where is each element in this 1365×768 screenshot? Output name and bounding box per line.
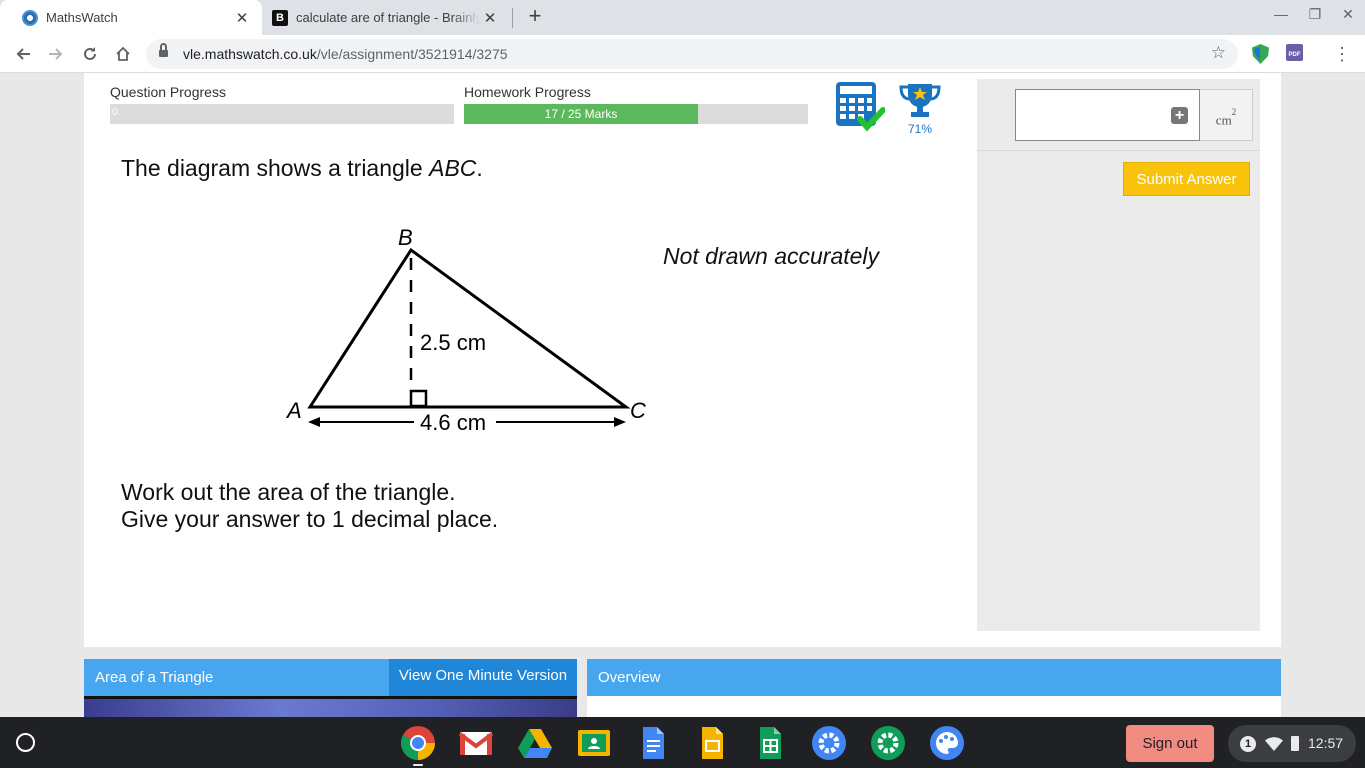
tab-divider xyxy=(512,8,513,28)
home-icon xyxy=(116,46,130,61)
active-app-indicator xyxy=(413,764,423,766)
url-text: vle.mathswatch.co.uk/vle/assignment/3521… xyxy=(183,46,508,62)
battery-icon xyxy=(1291,736,1299,751)
question-intro-end: . xyxy=(476,155,483,181)
status-tray[interactable]: 1 12:57 xyxy=(1228,725,1356,762)
new-tab-button[interactable]: + xyxy=(523,4,547,28)
triangle-diagram: B A C 2.5 cm 4.6 cm xyxy=(285,225,646,435)
page-content: Question Progress 0 Homework Progress 17… xyxy=(0,73,1365,717)
notification-count: 1 xyxy=(1240,736,1256,752)
settings-alt-icon[interactable] xyxy=(870,725,906,761)
homework-progress-label: Homework Progress xyxy=(464,84,591,100)
triangle-shape xyxy=(307,247,631,409)
trophy-icon xyxy=(899,84,941,117)
answer-unit: cm2 xyxy=(1200,89,1253,141)
height-label: 2.5 cm xyxy=(420,330,486,355)
sheets-icon[interactable] xyxy=(752,725,788,761)
overview-panel-header: Overview xyxy=(587,659,1281,696)
video-panel-header: Area of a Triangle View One Minute Versi… xyxy=(84,659,577,696)
slides-icon[interactable] xyxy=(694,725,730,761)
tab-brainly[interactable]: B calculate are of triangle - Brainly.co… xyxy=(262,0,510,35)
back-button[interactable] xyxy=(11,42,35,66)
reload-button[interactable] xyxy=(78,42,102,66)
chrome-icon[interactable] xyxy=(400,725,436,761)
question-progress-value: 0 xyxy=(112,107,118,118)
sign-out-button[interactable]: Sign out xyxy=(1126,725,1214,762)
base-label: 4.6 cm xyxy=(420,410,486,435)
url-host: vle.mathswatch.co.uk xyxy=(183,46,317,62)
tab-close-icon[interactable]: ✕ xyxy=(480,9,500,27)
vertex-a-label: A xyxy=(285,398,302,423)
home-button[interactable] xyxy=(111,42,135,66)
tab-mathswatch[interactable]: MathsWatch ✕ xyxy=(0,0,262,35)
settings-icon[interactable] xyxy=(811,725,847,761)
window-close-button[interactable]: ✕ xyxy=(1338,6,1358,23)
instruction-line-1: Work out the area of the triangle. xyxy=(121,479,456,505)
base-arrowhead-right xyxy=(614,417,626,427)
wifi-icon xyxy=(1265,737,1283,751)
overview-body xyxy=(587,696,1281,717)
question-progress-label: Question Progress xyxy=(110,84,226,100)
address-bar[interactable]: vle.mathswatch.co.uk/vle/assignment/3521… xyxy=(146,39,1238,69)
lock-icon xyxy=(159,43,168,59)
homework-progress-text: 17 / 25 Marks xyxy=(544,107,618,121)
question-progress-bar: 0 xyxy=(110,104,454,124)
restore-button[interactable]: ❐ xyxy=(1305,6,1325,23)
overview-title: Overview xyxy=(598,669,661,686)
tab-title: calculate are of triangle - Brainly.com xyxy=(296,10,480,25)
tab-close-icon[interactable]: ✕ xyxy=(232,9,252,27)
answer-panel: + cm2 Submit Answer xyxy=(977,79,1260,631)
docs-icon[interactable] xyxy=(635,725,671,761)
back-arrow-icon xyxy=(16,48,30,60)
brainly-icon: B xyxy=(272,9,288,26)
not-drawn-accurately-note: Not drawn accurately xyxy=(663,243,880,269)
question-card: Question Progress 0 Homework Progress 17… xyxy=(84,73,1281,647)
unit-text: cm xyxy=(1215,112,1232,128)
vertex-b-label: B xyxy=(398,225,413,250)
gmail-icon[interactable] xyxy=(458,725,494,761)
calculator-icon[interactable] xyxy=(835,81,885,133)
bookmark-star-icon[interactable]: ☆ xyxy=(1211,43,1226,63)
trophy-percent: 71% xyxy=(907,122,933,136)
unit-power: 2 xyxy=(1231,107,1237,117)
shield-extension-icon[interactable] xyxy=(1252,44,1269,64)
math-input-plus-icon[interactable]: + xyxy=(1171,107,1188,124)
minimize-button[interactable]: — xyxy=(1271,6,1291,22)
video-title: Area of a Triangle xyxy=(95,669,214,686)
url-path: /vle/assignment/3521914/3275 xyxy=(316,46,508,62)
os-shelf: Sign out 1 12:57 xyxy=(0,717,1365,768)
tab-title: MathsWatch xyxy=(46,10,118,25)
triangle-name: ABC xyxy=(429,155,477,181)
tab-strip: MathsWatch ✕ B calculate are of triangle… xyxy=(0,0,1365,35)
clock: 12:57 xyxy=(1308,735,1344,751)
browser-toolbar: vle.mathswatch.co.uk/vle/assignment/3521… xyxy=(0,35,1365,73)
browser-menu-icon[interactable]: ⋮ xyxy=(1333,41,1351,67)
canvas-icon[interactable] xyxy=(929,725,965,761)
view-one-minute-version-button[interactable]: View One Minute Version xyxy=(389,659,577,696)
vertex-c-label: C xyxy=(630,398,646,423)
mathswatch-icon xyxy=(22,9,38,26)
question-intro-text: The diagram shows a triangle xyxy=(121,155,430,181)
reload-icon xyxy=(84,47,96,60)
base-arrowhead-left xyxy=(308,417,320,427)
forward-button[interactable] xyxy=(44,42,68,66)
submit-answer-button[interactable]: Submit Answer xyxy=(1123,162,1250,196)
forward-arrow-icon xyxy=(49,48,63,60)
instruction-line-2: Give your answer to 1 decimal place. xyxy=(121,506,499,532)
classroom-icon[interactable] xyxy=(576,725,612,761)
answer-row: + cm2 xyxy=(977,79,1260,151)
right-angle-marker xyxy=(409,389,428,408)
drive-icon[interactable] xyxy=(517,725,553,761)
homework-progress-bar: 17 / 25 Marks xyxy=(464,104,808,124)
pdf-extension-icon[interactable]: PDF xyxy=(1286,44,1303,61)
question-intro: The diagram shows a triangle ABC. xyxy=(121,155,483,182)
video-thumbnail[interactable] xyxy=(84,696,577,717)
launcher-button[interactable] xyxy=(16,733,35,752)
